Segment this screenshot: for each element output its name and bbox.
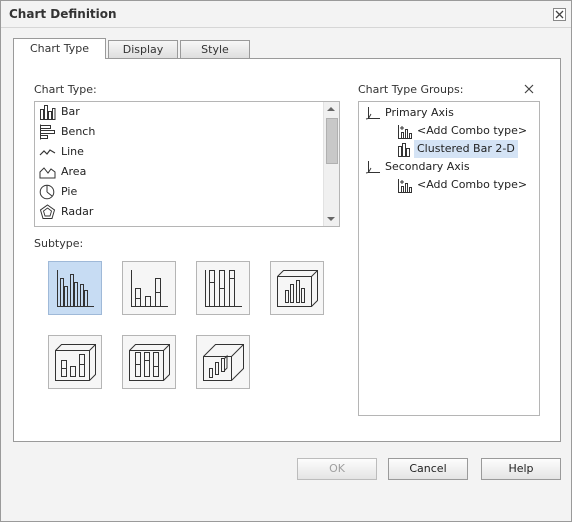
dialog-title: Chart Definition	[9, 7, 117, 21]
axis-icon	[365, 160, 381, 175]
bar-chart-icon	[397, 142, 413, 157]
help-button[interactable]: Help	[481, 458, 561, 480]
list-scrollbar[interactable]	[323, 102, 339, 226]
list-item-label: Line	[61, 145, 84, 158]
subtype-bar-3d-depth[interactable]	[196, 335, 250, 389]
tree-item-label: <Add Combo type>	[417, 124, 528, 137]
list-item-label: Pie	[61, 185, 78, 198]
list-item-label: Bench	[61, 125, 96, 138]
subtype-percent-bar-2d[interactable]	[196, 261, 250, 315]
chart-type-panel: Chart Type: Bar Bench Line Area Pie Rada…	[13, 58, 561, 442]
scroll-thumb[interactable]	[326, 118, 338, 164]
list-item-label: Radar	[61, 205, 94, 218]
ok-button[interactable]: OK	[297, 458, 377, 480]
subtype-stacked-bar-3d[interactable]	[48, 335, 102, 389]
axis-icon	[365, 106, 381, 121]
title-bar: Chart Definition	[1, 1, 571, 28]
tab-display-label: Display	[122, 43, 164, 56]
bar-chart-icon	[39, 104, 56, 120]
chart-type-label: Chart Type:	[34, 83, 97, 96]
chart-definition-dialog: Chart Definition Chart Type Display Styl…	[0, 0, 572, 522]
subtype-percent-bar-3d[interactable]	[122, 335, 176, 389]
tree-item-label: Secondary Axis	[385, 160, 470, 173]
tab-chart-type[interactable]: Chart Type	[13, 38, 106, 59]
chart-type-list[interactable]: Bar Bench Line Area Pie Radar	[34, 101, 340, 227]
cancel-button[interactable]: Cancel	[388, 458, 468, 480]
tab-style[interactable]: Style	[180, 40, 250, 58]
tab-chart-type-label: Chart Type	[30, 42, 89, 55]
subtype-label: Subtype:	[34, 237, 84, 250]
radar-chart-icon	[39, 204, 56, 220]
area-chart-icon	[39, 164, 56, 180]
tree-item-label: Primary Axis	[385, 106, 454, 119]
pie-chart-icon	[39, 184, 56, 200]
chart-type-groups-tree[interactable]: Primary Axis <Add Combo type> Clustered …	[358, 101, 540, 416]
tab-style-label: Style	[201, 43, 229, 56]
subtype-clustered-bar-3d[interactable]	[270, 261, 324, 315]
line-chart-icon	[39, 144, 56, 160]
chart-type-groups-label: Chart Type Groups:	[358, 83, 464, 96]
scroll-down-icon[interactable]	[327, 217, 335, 221]
tab-display[interactable]: Display	[108, 40, 178, 58]
tree-item-label: Clustered Bar 2-D	[414, 140, 518, 158]
list-item-label: Bar	[61, 105, 80, 118]
tree-item-label: <Add Combo type>	[417, 178, 528, 191]
remove-group-icon[interactable]	[523, 83, 535, 95]
close-icon[interactable]	[553, 8, 566, 21]
bench-chart-icon	[39, 124, 56, 140]
combo-chart-icon	[397, 178, 413, 193]
scroll-up-icon[interactable]	[327, 107, 335, 111]
list-item-label: Area	[61, 165, 87, 178]
subtype-stacked-bar-2d[interactable]	[122, 261, 176, 315]
combo-chart-icon	[397, 124, 413, 139]
subtype-clustered-bar-2d[interactable]	[48, 261, 102, 315]
